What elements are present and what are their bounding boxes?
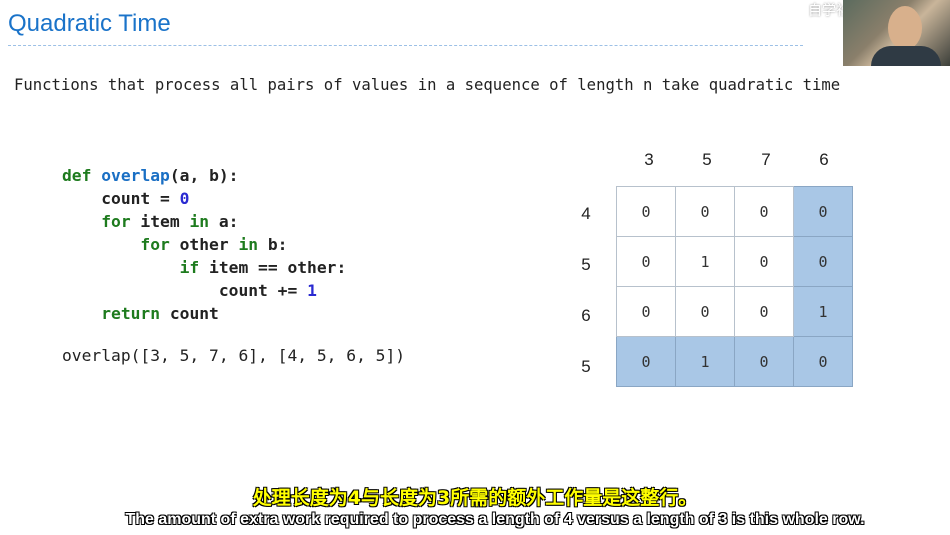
grid-cell-highlighted: 0 — [616, 336, 676, 387]
presenter-webcam — [843, 0, 950, 66]
pairs-grid: 0 0 0 0 0 1 0 0 0 0 0 1 0 1 0 0 — [616, 186, 853, 387]
grid-cell: 0 — [675, 186, 735, 237]
grid-cell-highlighted: 0 — [793, 236, 853, 287]
grid-row-header: 5 — [581, 357, 591, 376]
grid-cell: 0 — [734, 286, 794, 337]
grid-cell-highlighted: 1 — [793, 286, 853, 337]
code-keyword: for — [62, 212, 131, 231]
code-keyword: if — [62, 258, 200, 277]
grid-cell: 0 — [616, 186, 676, 237]
slide-statement: Functions that process all pairs of valu… — [14, 76, 841, 94]
grid-column-header: 7 — [761, 150, 771, 169]
grid-row: 0 0 0 0 — [616, 186, 853, 237]
code-text: count += — [62, 281, 308, 300]
grid-cell: 0 — [734, 236, 794, 287]
code-text: item == other: — [199, 258, 347, 277]
subtitle-english: The amount of extra work required to pro… — [125, 511, 865, 528]
grid-cell-highlighted: 0 — [793, 336, 853, 387]
grid-cell: 0 — [675, 286, 735, 337]
watermark: 自学社区 — [808, 3, 864, 19]
code-keyword: in — [189, 212, 210, 231]
grid-column-header: 6 — [819, 150, 829, 169]
slide-title: Quadratic Time — [8, 10, 171, 37]
code-number: 0 — [179, 189, 190, 208]
code-text: count — [160, 304, 219, 323]
code-number: 1 — [307, 281, 317, 300]
presenter-body — [871, 46, 941, 66]
code-keyword: return — [62, 304, 161, 323]
grid-cell: 0 — [616, 236, 676, 287]
code-keyword: for — [62, 235, 170, 254]
grid-column-header: 5 — [702, 150, 712, 169]
grid-row: 0 1 0 0 — [616, 236, 853, 287]
code-keyword: in — [238, 235, 259, 254]
grid-cell-highlighted: 0 — [734, 336, 794, 387]
code-text: (a, b): — [169, 166, 239, 185]
grid-cell-highlighted: 0 — [793, 186, 853, 237]
grid-cell-highlighted: 1 — [675, 336, 735, 387]
grid-cell: 0 — [734, 186, 794, 237]
grid-column-header: 3 — [644, 150, 654, 169]
grid-cell: 0 — [616, 286, 676, 337]
code-text: other — [169, 235, 239, 254]
code-keyword: def — [62, 166, 92, 185]
code-text: b: — [258, 235, 288, 254]
code-function-call: overlap([3, 5, 7, 6], [4, 5, 6, 5]) — [62, 346, 406, 365]
title-divider — [8, 45, 803, 46]
code-block: def overlap(a, b): count = 0 for item in… — [62, 164, 346, 325]
grid-row: 0 0 0 1 — [616, 286, 853, 337]
code-text: a: — [209, 212, 239, 231]
subtitle-chinese: 处理长度为4与长度为3所需的额外工作量是这整行。 — [252, 487, 698, 509]
grid-row-header: 6 — [581, 306, 591, 325]
code-function-name: overlap — [101, 166, 170, 185]
code-text: count = — [62, 189, 180, 208]
grid-cell: 1 — [675, 236, 735, 287]
presenter-head — [888, 6, 922, 50]
grid-row-header: 5 — [581, 255, 591, 274]
grid-row: 0 1 0 0 — [616, 336, 853, 387]
code-text: item — [130, 212, 190, 231]
grid-row-header: 4 — [581, 204, 591, 223]
